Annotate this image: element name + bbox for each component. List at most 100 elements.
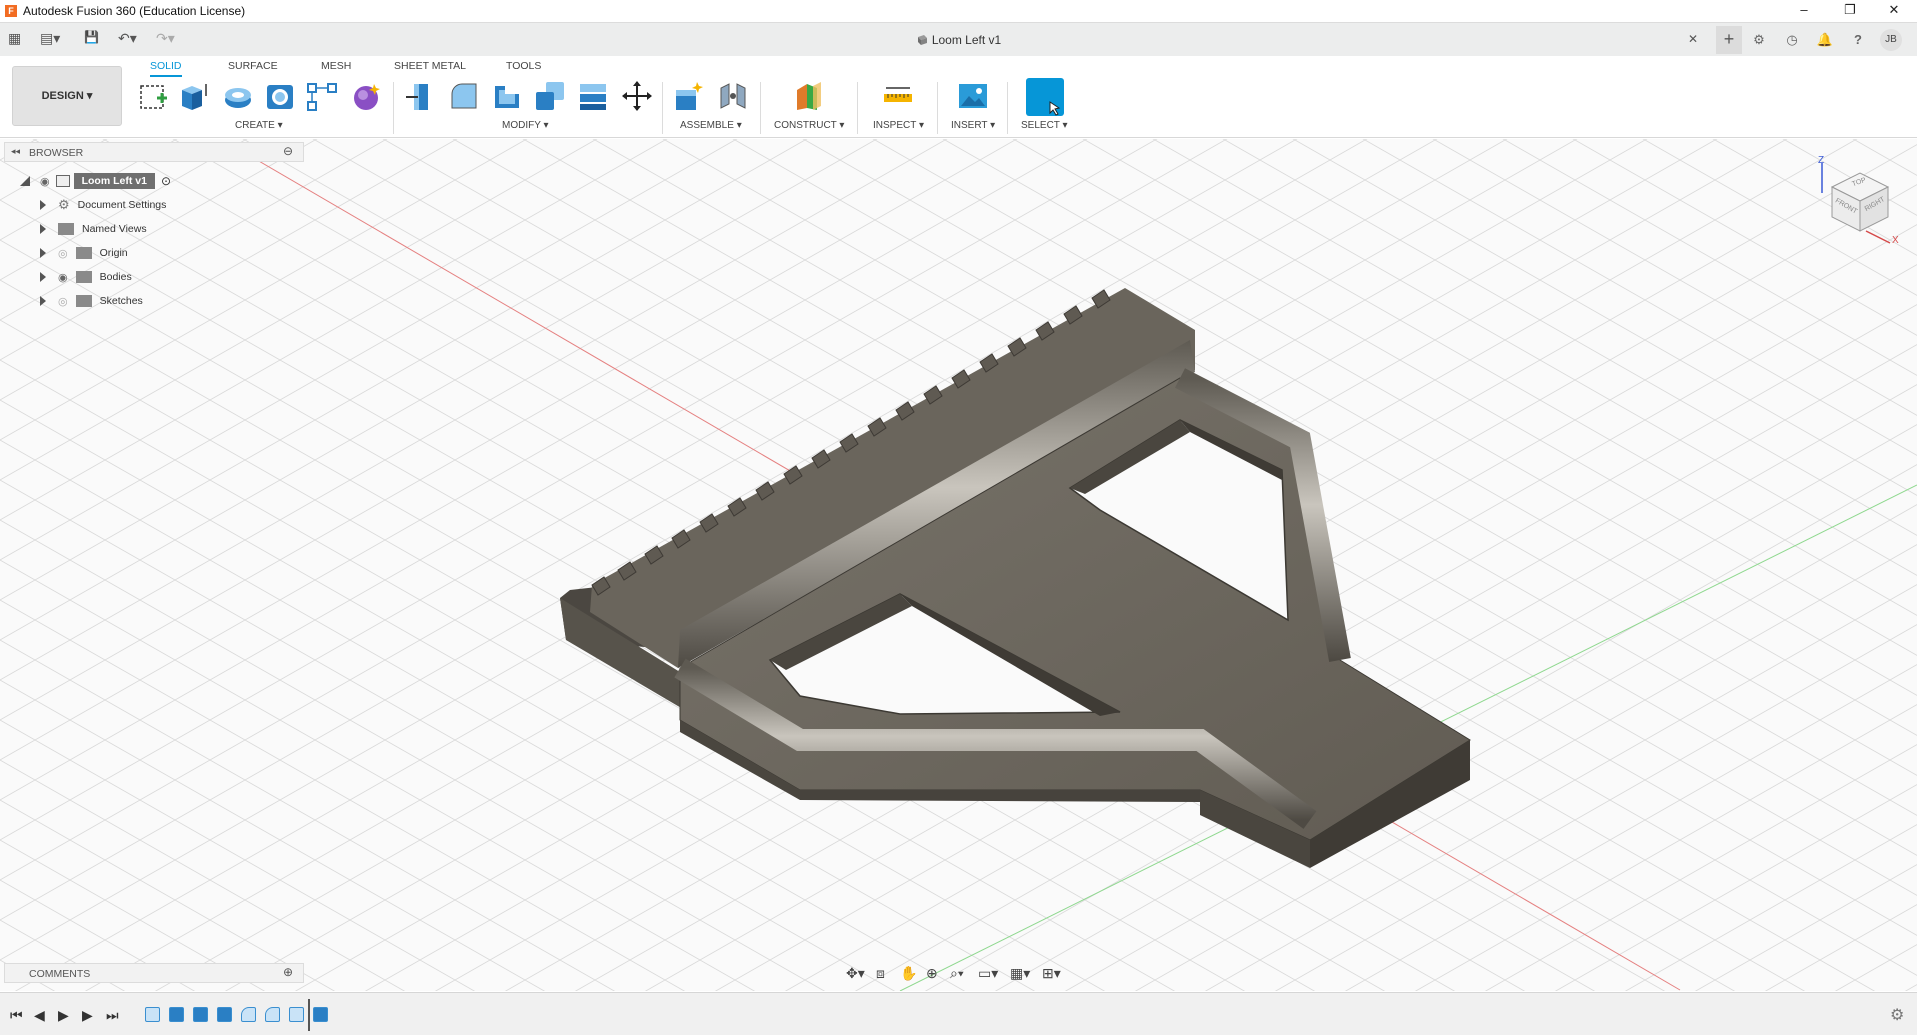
visibility-eye-icon[interactable]: ◉ — [40, 175, 50, 188]
close-tab-button[interactable]: ✕ — [1688, 32, 1698, 46]
help-icon[interactable]: ? — [1847, 29, 1869, 51]
tab-surface[interactable]: SURFACE — [228, 60, 278, 72]
fillet-icon[interactable] — [448, 80, 480, 112]
insert-group-label[interactable]: INSERT ▾ — [951, 120, 995, 131]
pattern-icon[interactable] — [306, 80, 338, 112]
tab-tools[interactable]: TOOLS — [506, 60, 541, 72]
model-canvas — [0, 139, 1917, 991]
press-pull-icon[interactable] — [404, 80, 436, 112]
document-tab-title[interactable]: Loom Left v1 — [916, 33, 1001, 47]
timeline-feature-extrude[interactable] — [169, 1007, 184, 1022]
new-component-icon[interactable] — [672, 80, 704, 112]
expand-triangle-icon[interactable] — [40, 248, 49, 258]
grid-settings-icon[interactable]: ▦▾ — [1010, 965, 1030, 982]
expand-triangle-icon[interactable] — [40, 272, 49, 282]
pan-icon[interactable]: ✋ — [900, 965, 917, 982]
step-back-icon[interactable]: ◀ — [34, 1007, 45, 1024]
timeline-feature-extrude[interactable] — [217, 1007, 232, 1022]
timeline-feature-sketch[interactable] — [289, 1007, 304, 1022]
tab-sheet-metal[interactable]: SHEET METAL — [394, 60, 466, 72]
tab-mesh[interactable]: MESH — [321, 60, 351, 72]
data-panel-grid-icon[interactable]: ▦ — [8, 30, 21, 47]
hole-icon[interactable] — [264, 80, 296, 112]
timeline-feature-fillet[interactable] — [265, 1007, 280, 1022]
timeline-feature-fillet[interactable] — [241, 1007, 256, 1022]
browser-item-named-views[interactable]: Named Views — [40, 219, 147, 239]
measure-icon[interactable] — [882, 80, 914, 112]
form-icon[interactable] — [350, 80, 382, 112]
browser-root-node[interactable]: ◉ Loom Left v1 ⊙ — [20, 171, 171, 191]
timeline-feature-extrude[interactable] — [313, 1007, 328, 1022]
timeline-marker[interactable] — [308, 999, 310, 1031]
joint-icon[interactable] — [717, 80, 749, 112]
step-forward-icon[interactable]: ▶ — [82, 1007, 93, 1024]
timeline-feature-extrude[interactable] — [193, 1007, 208, 1022]
create-group-label[interactable]: CREATE ▾ — [235, 120, 283, 131]
hidden-eye-icon[interactable]: ◎ — [58, 247, 68, 260]
browser-options-icon[interactable]: ⊖ — [283, 144, 293, 158]
notifications-icon[interactable]: 🔔 — [1814, 29, 1836, 51]
comments-panel-header[interactable]: COMMENTS ⊕ — [4, 963, 304, 983]
browser-item-document-settings[interactable]: ⚙ Document Settings — [40, 195, 166, 215]
insert-image-icon[interactable] — [957, 80, 989, 112]
redo-button[interactable]: ↷▾ — [156, 30, 175, 47]
offset-face-icon[interactable] — [578, 80, 610, 112]
shell-icon[interactable] — [491, 80, 523, 112]
move-icon[interactable] — [621, 80, 653, 112]
orbit-icon[interactable]: ✥▾ — [846, 965, 865, 982]
look-at-icon[interactable]: ⧈ — [876, 965, 885, 982]
timeline-feature-sketch[interactable] — [145, 1007, 160, 1022]
offset-plane-icon[interactable] — [793, 80, 825, 112]
browser-item-bodies[interactable]: ◉ Bodies — [40, 267, 132, 287]
browser-item-origin[interactable]: ◎ Origin — [40, 243, 128, 263]
job-status-icon[interactable]: ◷ — [1781, 29, 1803, 51]
view-cube[interactable]: TOP FRONT RIGHT Z X — [1812, 155, 1902, 247]
collapse-triangle-icon[interactable] — [20, 176, 30, 186]
expand-triangle-icon[interactable] — [40, 296, 49, 306]
component-icon — [55, 175, 70, 187]
add-comment-icon[interactable]: ⊕ — [283, 965, 293, 979]
ribbon-toolbar: DESIGN ▾ SOLID SURFACE MESH SHEET METAL … — [0, 56, 1917, 138]
undo-button[interactable]: ↶▾ — [118, 30, 137, 47]
expand-triangle-icon[interactable] — [40, 200, 49, 210]
construct-group-label[interactable]: CONSTRUCT ▾ — [774, 120, 844, 131]
play-icon[interactable]: ▶ — [58, 1007, 69, 1024]
visibility-eye-icon[interactable]: ◉ — [58, 271, 68, 284]
modify-group-label[interactable]: MODIFY ▾ — [502, 120, 549, 131]
fit-icon[interactable]: ⌕▾ — [950, 965, 964, 982]
viewports-icon[interactable]: ⊞▾ — [1042, 965, 1061, 982]
go-to-start-icon[interactable]: ⏮ — [10, 1007, 23, 1024]
browser-title: BROWSER — [29, 147, 84, 159]
create-sketch-icon[interactable] — [137, 80, 169, 112]
extensions-icon[interactable]: ⚙ — [1748, 29, 1770, 51]
go-to-end-icon[interactable]: ⏭ — [106, 1007, 119, 1024]
display-settings-icon[interactable]: ▭▾ — [978, 965, 998, 982]
hidden-eye-icon[interactable]: ◎ — [58, 295, 68, 308]
expand-triangle-icon[interactable] — [40, 224, 49, 234]
browser-panel-header[interactable]: ◂◂ BROWSER ⊖ — [4, 142, 304, 162]
activate-component-icon[interactable]: ⊙ — [161, 174, 171, 188]
assemble-group-label[interactable]: ASSEMBLE ▾ — [680, 120, 742, 131]
timeline-settings-icon[interactable]: ⚙ — [1890, 1005, 1904, 1025]
minimize-button[interactable]: – — [1781, 0, 1827, 22]
select-tool-icon[interactable] — [1026, 78, 1064, 116]
user-avatar[interactable]: JB — [1880, 29, 1902, 51]
browser-item-sketches[interactable]: ◎ Sketches — [40, 291, 143, 311]
root-component-label[interactable]: Loom Left v1 — [73, 173, 155, 189]
extrude-icon[interactable] — [178, 80, 210, 112]
save-icon[interactable]: 💾 — [84, 30, 99, 44]
tab-solid[interactable]: SOLID — [150, 60, 182, 77]
group-divider — [393, 82, 394, 134]
canvas-viewport[interactable]: TOP FRONT RIGHT Z X — [0, 139, 1917, 991]
close-window-button[interactable]: ✕ — [1871, 0, 1917, 22]
select-group-label[interactable]: SELECT ▾ — [1021, 120, 1068, 131]
collapse-browser-icon[interactable]: ◂◂ — [11, 146, 20, 157]
inspect-group-label[interactable]: INSPECT ▾ — [873, 120, 924, 131]
new-tab-button[interactable]: + — [1716, 26, 1742, 54]
file-menu-button[interactable]: ▤▾ — [40, 30, 60, 47]
restore-button[interactable]: ❐ — [1827, 0, 1873, 22]
zoom-icon[interactable]: ⊕ — [926, 965, 938, 982]
revolve-icon[interactable] — [222, 80, 254, 112]
workspace-switcher[interactable]: DESIGN ▾ — [12, 66, 122, 126]
combine-icon[interactable] — [534, 80, 566, 112]
